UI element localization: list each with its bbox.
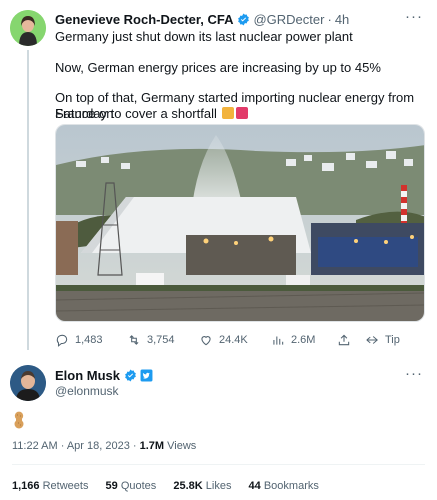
author-name[interactable]: Genevieve Roch-Decter, CFA [55, 12, 233, 27]
reply-button[interactable]: 1,483 [55, 331, 103, 349]
tweet-photo[interactable] [55, 124, 425, 322]
tweet-time[interactable]: 4h [335, 12, 349, 27]
tweet-text-line: Now, German energy prices are increasing… [55, 60, 381, 75]
retweet-button[interactable]: 3,754 [127, 331, 175, 349]
like-button[interactable]: 24.4K [199, 331, 248, 349]
quoted-tweet[interactable]: Genevieve Roch-Decter, CFA @GRDecter · 4… [0, 0, 437, 352]
retweet-count: 3,754 [147, 334, 175, 346]
tweet-actions-bar: 1,483 3,754 24.4K 2.6M Tip [55, 331, 425, 349]
tip-icon [366, 336, 378, 344]
quotes-label: Quotes [117, 480, 157, 492]
thread-line [27, 50, 29, 350]
likes-count: 25.8K [173, 480, 203, 492]
verified-badge-icon [125, 369, 136, 382]
female-sign-emoji-icon [236, 107, 249, 119]
share-button[interactable] [337, 331, 357, 349]
divider [12, 464, 425, 465]
views-chart-icon [273, 336, 284, 345]
peanut-emoji-icon [14, 411, 24, 429]
author-name[interactable]: Elon Musk [55, 368, 120, 383]
medal-emoji-icon [222, 107, 235, 119]
like-count: 24.4K [219, 334, 248, 346]
tweet-text-line: Saturday to cover a shortfall [55, 106, 249, 122]
bookmarks-count: 44 [248, 480, 261, 492]
share-icon [338, 334, 350, 346]
more-options-icon[interactable]: ··· [405, 8, 423, 25]
retweets-label: Retweets [39, 480, 89, 492]
tweet-text-line: Germany just shut down its last nuclear … [55, 29, 353, 44]
quotes-stat[interactable]: 59 Quotes [106, 480, 157, 492]
retweets-count: 1,166 [12, 480, 40, 492]
likes-label: Likes [202, 480, 232, 492]
twitter-affiliate-icon [140, 369, 153, 382]
views-count: 2.6M [291, 334, 316, 346]
views-count: 1.7M [139, 440, 165, 452]
tweet-text-segment: Saturday to cover a shortfall [55, 106, 217, 121]
reply-count: 1,483 [75, 334, 103, 346]
avatar[interactable] [10, 365, 46, 401]
author-handle[interactable]: @GRDecter [253, 12, 324, 27]
views-label: Views [164, 440, 197, 452]
reply-icon [56, 334, 68, 347]
retweet-icon [129, 335, 139, 345]
avatar[interactable] [10, 10, 46, 46]
tweet-metadata: 11:22 AM · Apr 18, 2023 · 1.7M Views [12, 440, 196, 452]
bookmarks-label: Bookmarks [260, 480, 319, 492]
tip-label: Tip [385, 334, 400, 346]
tweet-timestamp[interactable]: 11:22 AM · Apr 18, 2023 · [12, 440, 140, 452]
retweets-stat[interactable]: 1,166 Retweets [12, 480, 88, 492]
separator-dot: · [327, 12, 332, 27]
heart-icon [201, 336, 211, 346]
quotes-count: 59 [105, 480, 118, 492]
likes-stat[interactable]: 25.8K Likes [173, 480, 231, 492]
author-handle[interactable]: @elonmusk [55, 384, 119, 398]
tip-button[interactable]: Tip [365, 331, 400, 349]
views-button[interactable]: 2.6M [271, 331, 315, 349]
bookmarks-stat[interactable]: 44 Bookmarks [249, 480, 319, 492]
verified-badge-icon [238, 13, 250, 26]
more-options-icon[interactable]: ··· [405, 365, 423, 382]
tweet-stats: 1,166 Retweets 59 Quotes 25.8K Likes 44 … [12, 480, 333, 492]
